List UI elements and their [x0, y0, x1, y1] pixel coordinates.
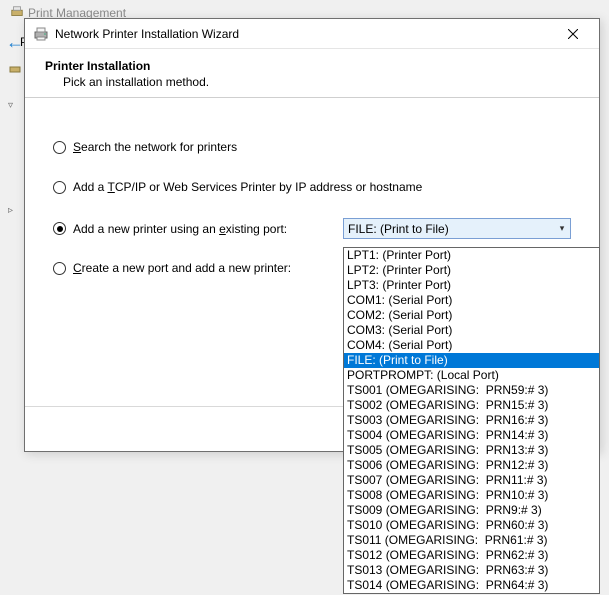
option-label: Add a TCP/IP or Web Services Printer by …: [73, 180, 422, 194]
option-create-port[interactable]: Create a new port and add a new printer:: [53, 261, 343, 275]
dropdown-item[interactable]: FILE: (Print to File): [344, 353, 599, 368]
close-icon: [568, 29, 578, 39]
dropdown-item[interactable]: LPT1: (Printer Port): [344, 248, 599, 263]
dropdown-item[interactable]: TS009 (OMEGARISING: PRN9:# 3): [344, 503, 599, 518]
printer-icon: [33, 26, 49, 42]
dropdown-item[interactable]: TS013 (OMEGARISING: PRN63:# 3): [344, 563, 599, 578]
option-existing-port-row: Add a new printer using an existing port…: [53, 218, 571, 239]
radio-icon: [53, 141, 66, 154]
radio-icon: [53, 181, 66, 194]
dropdown-item[interactable]: TS011 (OMEGARISING: PRN61:# 3): [344, 533, 599, 548]
dropdown-item[interactable]: TS012 (OMEGARISING: PRN62:# 3): [344, 548, 599, 563]
chevron-right-icon: ▹: [8, 205, 13, 216]
dropdown-item[interactable]: COM3: (Serial Port): [344, 323, 599, 338]
dropdown-item[interactable]: LPT3: (Printer Port): [344, 278, 599, 293]
chevron-down-icon: ▾: [554, 223, 570, 234]
dropdown-item[interactable]: COM1: (Serial Port): [344, 293, 599, 308]
dropdown-item[interactable]: TS002 (OMEGARISING: PRN15:# 3): [344, 398, 599, 413]
titlebar: Network Printer Installation Wizard: [25, 19, 599, 49]
dropdown-item[interactable]: TS010 (OMEGARISING: PRN60:# 3): [344, 518, 599, 533]
page-subtitle: Pick an installation method.: [45, 75, 579, 89]
combobox-value: FILE: (Print to File): [348, 222, 554, 236]
chevron-down-icon: ▿: [8, 100, 13, 111]
option-tcpip[interactable]: Add a TCP/IP or Web Services Printer by …: [53, 178, 571, 196]
option-existing-port[interactable]: Add a new printer using an existing port…: [53, 222, 343, 236]
dropdown-item[interactable]: TS001 (OMEGARISING: PRN59:# 3): [344, 383, 599, 398]
dropdown-item[interactable]: LPT2: (Printer Port): [344, 263, 599, 278]
option-label: Add a new printer using an existing port…: [73, 222, 287, 236]
dropdown-item[interactable]: COM2: (Serial Port): [344, 308, 599, 323]
dropdown-item[interactable]: PORTPROMPT: (Local Port): [344, 368, 599, 383]
dropdown-item[interactable]: TS014 (OMEGARISING: PRN64:# 3): [344, 578, 599, 593]
close-button[interactable]: [553, 20, 593, 48]
dropdown-item[interactable]: TS006 (OMEGARISING: PRN12:# 3): [344, 458, 599, 473]
dropdown-item[interactable]: TS004 (OMEGARISING: PRN14:# 3): [344, 428, 599, 443]
dropdown-item[interactable]: TS008 (OMEGARISING: PRN10:# 3): [344, 488, 599, 503]
radio-icon: [53, 222, 66, 235]
page-title: Printer Installation: [45, 59, 579, 73]
option-search-network[interactable]: Search the network for printers: [53, 138, 571, 156]
tree-node-icon: [9, 63, 21, 75]
dropdown-item[interactable]: TS003 (OMEGARISING: PRN16:# 3): [344, 413, 599, 428]
option-label: Search the network for printers: [73, 140, 237, 154]
option-label: Create a new port and add a new printer:: [73, 261, 291, 275]
dropdown-item[interactable]: TS007 (OMEGARISING: PRN11:# 3): [344, 473, 599, 488]
dropdown-item[interactable]: COM4: (Serial Port): [344, 338, 599, 353]
printer-tree-icon: [10, 5, 24, 19]
radio-icon: [53, 262, 66, 275]
existing-port-combobox[interactable]: FILE: (Print to File) ▾: [343, 218, 571, 239]
port-dropdown-list[interactable]: LPT1: (Printer Port)LPT2: (Printer Port)…: [343, 247, 600, 594]
window-title: Network Printer Installation Wizard: [55, 27, 553, 41]
dropdown-item[interactable]: TS005 (OMEGARISING: PRN13:# 3): [344, 443, 599, 458]
wizard-header: Printer Installation Pick an installatio…: [25, 49, 599, 98]
